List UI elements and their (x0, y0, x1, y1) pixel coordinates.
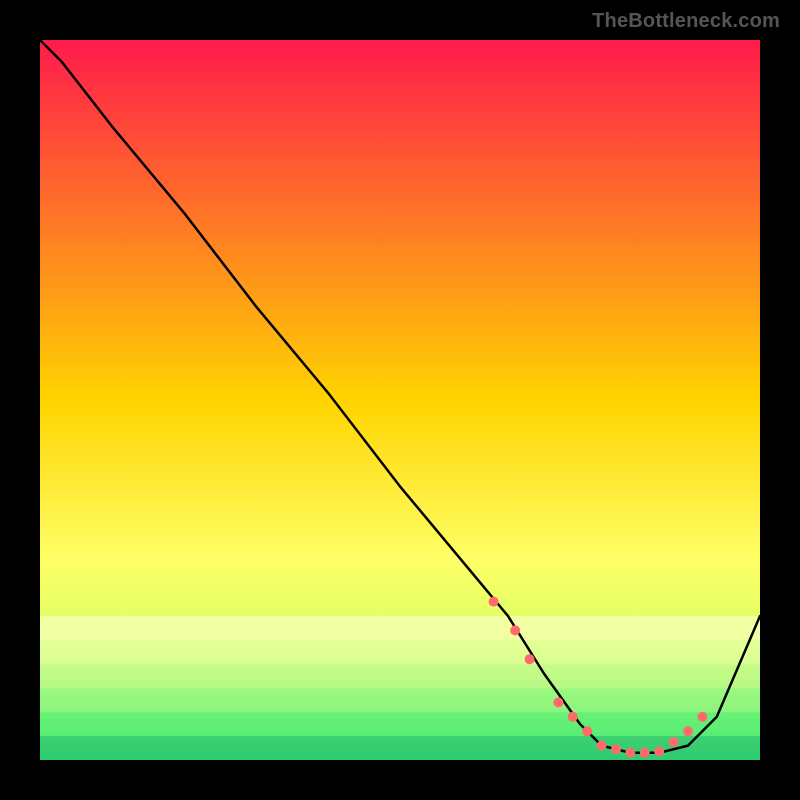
plot-area (40, 40, 760, 760)
marker-point (489, 597, 499, 607)
marker-point (510, 625, 520, 635)
marker-point (611, 744, 621, 754)
marker-point (597, 741, 607, 751)
watermark-text: TheBottleneck.com (592, 10, 780, 33)
marker-point (640, 748, 650, 758)
marker-point (582, 726, 592, 736)
plot-svg (40, 40, 760, 760)
marker-point (683, 726, 693, 736)
marker-point (669, 737, 679, 747)
marker-point (654, 746, 664, 756)
bottom-bands (40, 616, 760, 760)
marker-point (625, 748, 635, 758)
marker-point (553, 697, 563, 707)
marker-point (568, 712, 578, 722)
chart-frame: TheBottleneck.com (0, 0, 800, 800)
marker-point (697, 712, 707, 722)
marker-point (525, 654, 535, 664)
